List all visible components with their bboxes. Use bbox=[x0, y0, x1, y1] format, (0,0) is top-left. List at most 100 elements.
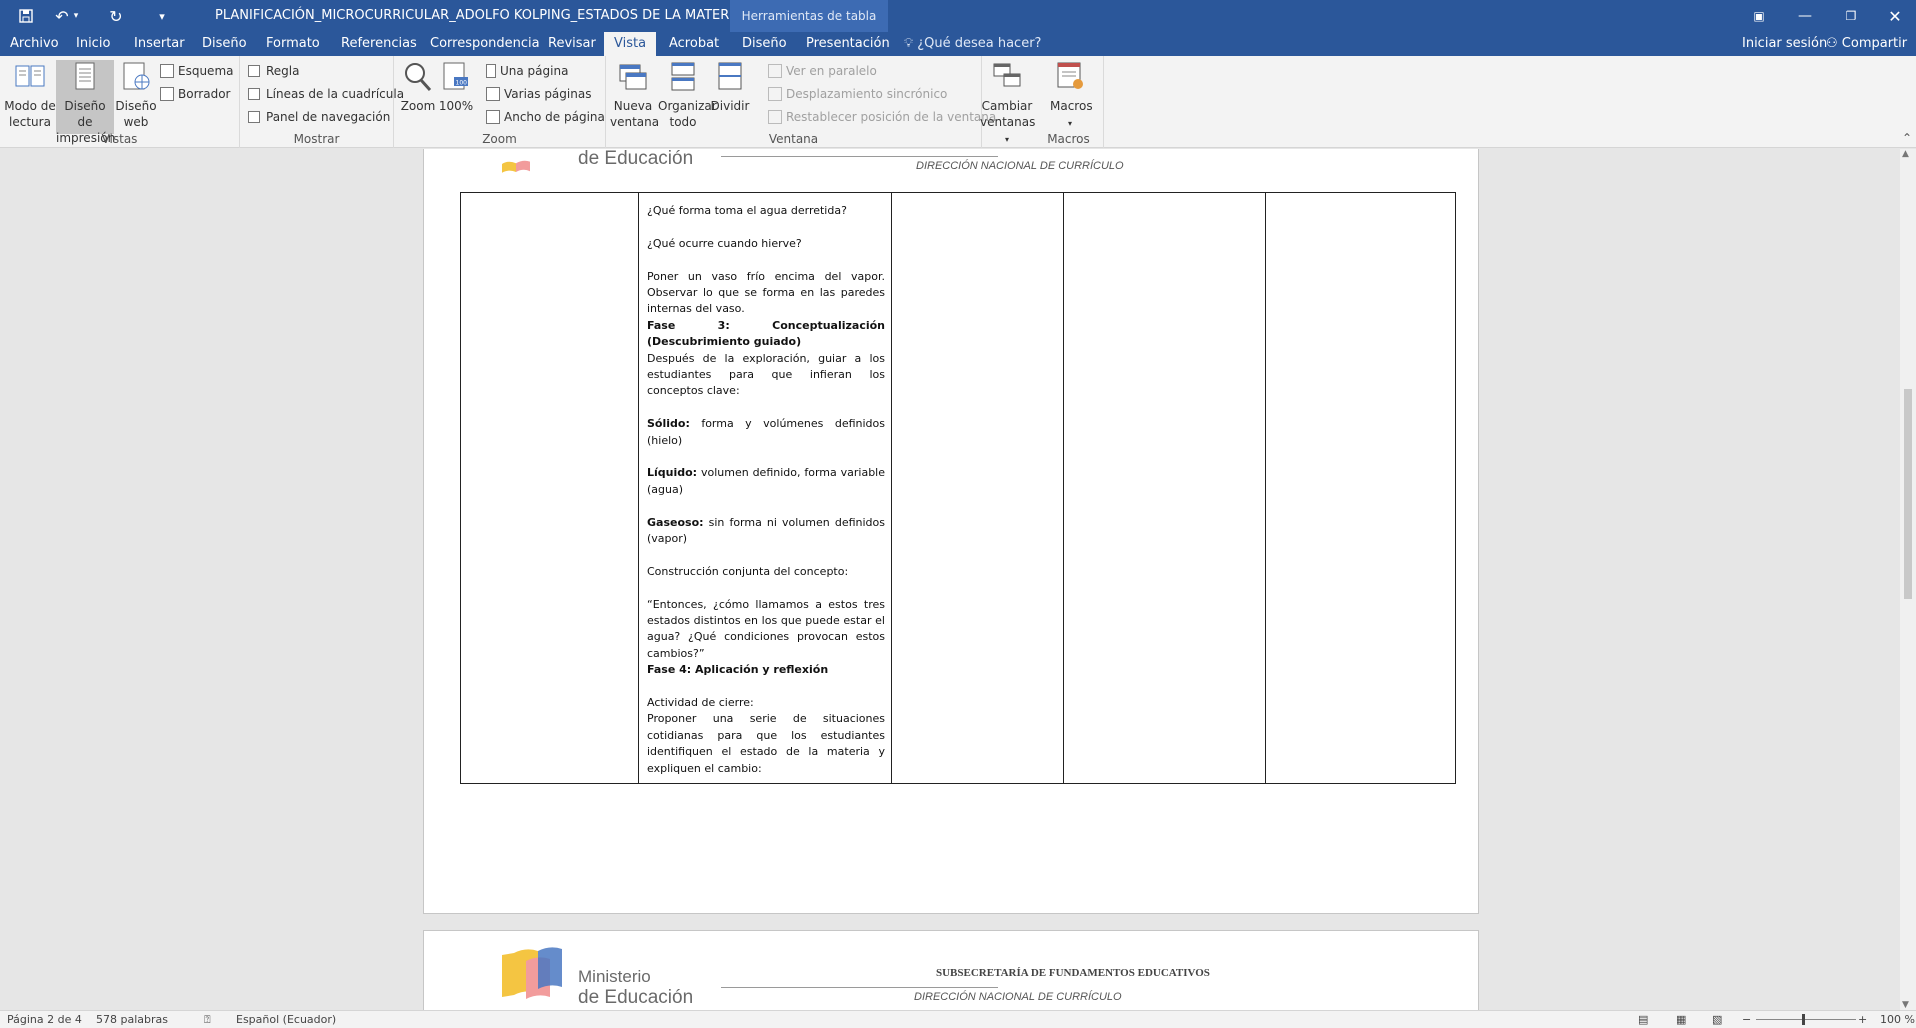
document-area[interactable]: Ministerio de Educación DIRECCIÓN NACION… bbox=[0, 149, 1900, 1010]
tab-revisar[interactable]: Revisar bbox=[548, 32, 596, 56]
checkbox-icon bbox=[248, 111, 260, 123]
table-cell[interactable] bbox=[891, 191, 1064, 785]
side-by-side-button[interactable]: Ver en paralelo bbox=[768, 61, 877, 81]
document-title: PLANIFICACIÓN_MICROCURRICULAR_ADOLFO KOL… bbox=[215, 8, 789, 23]
page: Ministerio de Educación DIRECCIÓN NACION… bbox=[423, 149, 1479, 914]
arrange-all-button[interactable]: Organizar todo bbox=[658, 60, 717, 132]
multi-page-button[interactable]: Varias páginas bbox=[486, 84, 591, 104]
split-icon bbox=[718, 62, 742, 90]
sync-scroll-button[interactable]: Desplazamiento sincrónico bbox=[768, 84, 947, 104]
paragraph: ¿Qué ocurre cuando hierve? bbox=[647, 236, 802, 250]
share-button[interactable]: ⚇ Compartir bbox=[1826, 32, 1907, 56]
close-icon[interactable]: ✕ bbox=[1872, 0, 1916, 32]
proofing-icon[interactable]: ⍰ bbox=[204, 1013, 211, 1027]
paragraph: Actividad de cierre: bbox=[647, 696, 754, 710]
page-width-button[interactable]: Ancho de página bbox=[486, 107, 605, 127]
sign-in-link[interactable]: Iniciar sesión bbox=[1742, 32, 1827, 56]
tab-referencias[interactable]: Referencias bbox=[341, 32, 417, 56]
draft-button[interactable]: Borrador bbox=[160, 84, 230, 104]
group-label-vistas: Vistas bbox=[101, 132, 138, 146]
group-macros: Macros ▾ Macros bbox=[1034, 56, 1104, 148]
restore-icon[interactable]: ❐ bbox=[1828, 0, 1874, 32]
tab-acrobat[interactable]: Acrobat bbox=[669, 32, 719, 56]
one-page-button[interactable]: Una página bbox=[486, 61, 568, 81]
header-direccion: DIRECCIÓN NACIONAL DE CURRÍCULO bbox=[914, 991, 1122, 1003]
group-label-ventana: Ventana bbox=[768, 132, 819, 146]
web-layout-view-icon[interactable]: ▧ bbox=[1712, 1013, 1722, 1026]
word-count[interactable]: 578 palabras bbox=[96, 1013, 168, 1026]
split-button[interactable]: Dividir bbox=[710, 60, 750, 122]
header-rule bbox=[721, 987, 998, 988]
vertical-scrollbar[interactable]: ▲ ▼ bbox=[1900, 149, 1916, 1010]
paragraph: ¿Qué forma toma el agua derretida? bbox=[647, 204, 847, 217]
language-indicator[interactable]: Español (Ecuador) bbox=[236, 1013, 336, 1026]
table-cell[interactable]: ¿Qué forma toma el agua derretida? ¿Qué … bbox=[638, 191, 892, 785]
page-count[interactable]: Página 2 de 4 bbox=[7, 1013, 82, 1026]
customize-toolbar-icon[interactable]: ▾ bbox=[148, 4, 176, 28]
zoom-button[interactable]: Zoom bbox=[400, 60, 436, 122]
reset-position-button[interactable]: Restablecer posición de la ventana bbox=[768, 107, 996, 127]
switch-windows-button[interactable]: Cambiar ventanas ▾ bbox=[980, 60, 1035, 144]
tell-me-box[interactable]: 💡︎ ¿Qué desea hacer? bbox=[904, 32, 1041, 56]
new-window-button[interactable]: Nueva ventana bbox=[610, 60, 659, 132]
outline-button[interactable]: Esquema bbox=[160, 61, 233, 81]
table-tools-context: Herramientas de tabla bbox=[730, 0, 888, 32]
svg-text:100: 100 bbox=[456, 80, 468, 87]
read-mode-button[interactable]: Modo de lectura bbox=[4, 60, 56, 132]
header-subsecretaria: SUBSECRETARÍA DE FUNDAMENTOS EDUCATIVOS bbox=[936, 967, 1210, 979]
read-mode-view-icon[interactable]: ▤ bbox=[1638, 1013, 1648, 1026]
tab-diseno[interactable]: Diseño bbox=[202, 32, 247, 56]
status-bar: Página 2 de 4 578 palabras ⍰ Español (Ec… bbox=[0, 1010, 1916, 1028]
phase-heading: Fase 4: Aplicación y reflexión bbox=[647, 663, 829, 677]
tab-archivo[interactable]: Archivo bbox=[10, 32, 59, 56]
zoom-in-icon[interactable]: + bbox=[1858, 1013, 1867, 1026]
table-cell[interactable] bbox=[1063, 191, 1266, 785]
paragraph: Poner un vaso frío encima del vapor. Obs… bbox=[647, 269, 885, 316]
save-icon[interactable] bbox=[12, 4, 40, 28]
macros-icon bbox=[1057, 62, 1083, 89]
header-direccion: DIRECCIÓN NACIONAL DE CURRÍCULO bbox=[916, 160, 1124, 172]
web-layout-button[interactable]: Diseño web bbox=[114, 60, 158, 132]
ruler-checkbox[interactable]: Regla bbox=[248, 61, 300, 81]
table-cell[interactable] bbox=[460, 191, 639, 785]
scroll-up-icon[interactable]: ▲ bbox=[1902, 149, 1909, 159]
zoom-level[interactable]: 100 % bbox=[1880, 1013, 1915, 1026]
undo-dropdown-icon[interactable]: ▾ bbox=[68, 4, 84, 28]
paragraph: Sólido: forma y volúmenes definidos (hie… bbox=[647, 417, 885, 447]
person-icon: ⚇ bbox=[1826, 36, 1842, 51]
tab-correspondencia[interactable]: Correspondencia bbox=[430, 32, 540, 56]
zoom-100-button[interactable]: 100 100% bbox=[438, 60, 474, 122]
zoom-out-icon[interactable]: − bbox=[1742, 1013, 1751, 1026]
print-layout-button[interactable]: Diseño de impresión bbox=[56, 60, 115, 145]
tab-formato[interactable]: Formato bbox=[266, 32, 320, 56]
ministerio-logo bbox=[502, 947, 562, 999]
side-by-side-icon bbox=[768, 64, 782, 78]
tab-presentacion[interactable]: Presentación bbox=[806, 32, 890, 56]
tab-vista[interactable]: Vista bbox=[604, 32, 657, 56]
minimize-icon[interactable]: — bbox=[1782, 0, 1828, 32]
group-label-zoom: Zoom bbox=[482, 132, 517, 146]
paragraph: Construcción conjunta del concepto: bbox=[647, 564, 849, 578]
group-zoom: Zoom 100 100% Una página Varias páginas … bbox=[394, 56, 606, 148]
scroll-down-icon[interactable]: ▼ bbox=[1902, 1000, 1909, 1010]
table-cell[interactable] bbox=[1265, 191, 1456, 785]
group-mostrar: Regla Líneas de la cuadrícula Panel de n… bbox=[240, 56, 404, 148]
macros-button[interactable]: Macros ▾ bbox=[1050, 60, 1093, 132]
print-layout-view-icon[interactable]: ▦ bbox=[1676, 1013, 1686, 1026]
collapse-ribbon-icon[interactable]: ⌃ bbox=[1902, 131, 1912, 145]
tab-inicio[interactable]: Inicio bbox=[76, 32, 110, 56]
ribbon-display-options-icon[interactable]: ▣ bbox=[1736, 0, 1782, 32]
zoom-slider[interactable] bbox=[1756, 1019, 1856, 1020]
new-window-icon bbox=[619, 64, 647, 90]
gridlines-checkbox[interactable]: Líneas de la cuadrícula bbox=[248, 84, 404, 104]
ribbon: Modo de lectura Diseño de impresión Dise… bbox=[0, 56, 1916, 148]
redo-icon[interactable]: ↻ bbox=[102, 4, 130, 28]
header-rule bbox=[721, 156, 998, 157]
tab-table-diseno[interactable]: Diseño bbox=[742, 32, 787, 56]
word-window: ↶ ▾ ↻ ▾ PLANIFICACIÓN_MICROCURRICULAR_AD… bbox=[0, 0, 1916, 1028]
logo-text-educacion: de Educación bbox=[578, 149, 694, 169]
scroll-thumb[interactable] bbox=[1904, 389, 1912, 599]
tab-insertar[interactable]: Insertar bbox=[134, 32, 185, 56]
nav-pane-checkbox[interactable]: Panel de navegación bbox=[248, 107, 390, 127]
zoom-slider-thumb[interactable] bbox=[1802, 1014, 1805, 1025]
